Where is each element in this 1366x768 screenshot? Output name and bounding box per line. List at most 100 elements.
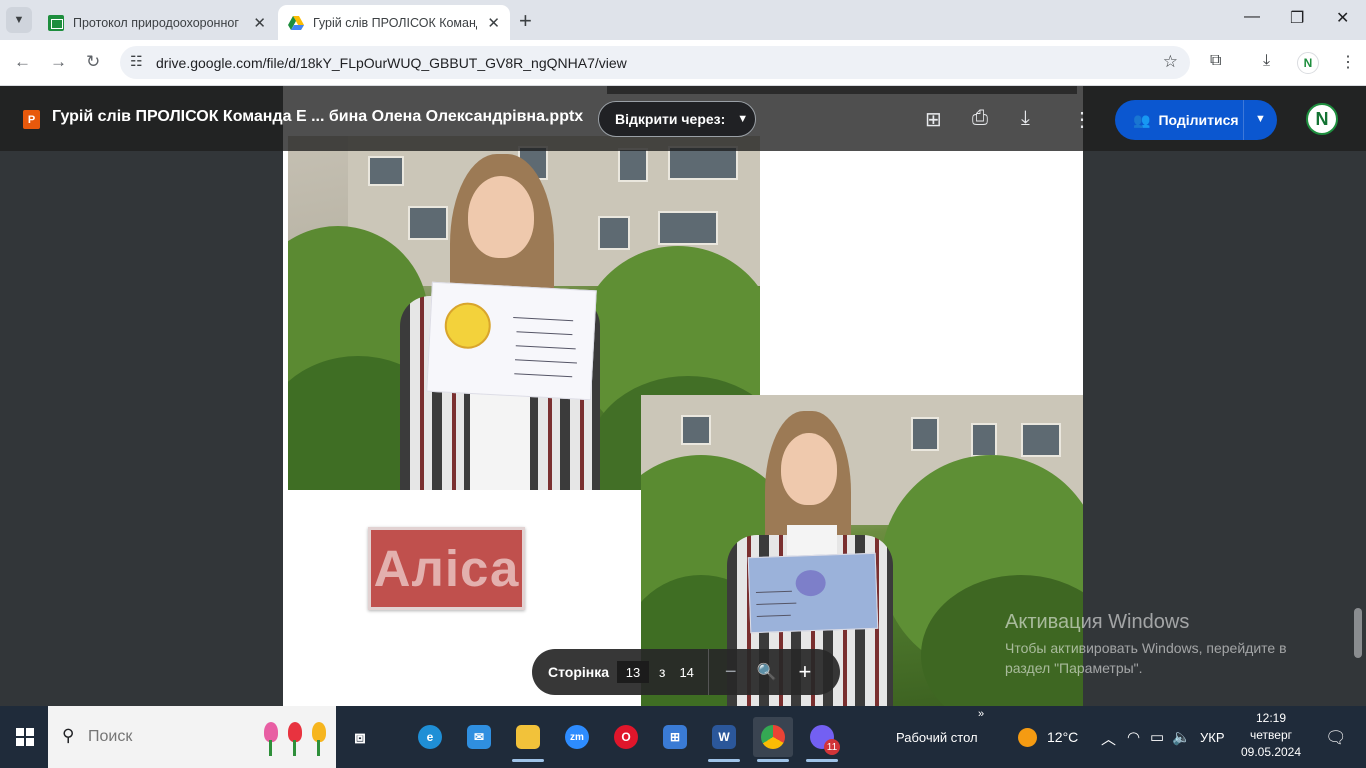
- zoom-in-icon[interactable]: +: [799, 659, 812, 685]
- google-sheets-icon: [48, 14, 64, 31]
- weather-sun-icon[interactable]: [1018, 728, 1037, 747]
- wifi-icon[interactable]: ◠: [1127, 728, 1140, 746]
- add-comment-icon[interactable]: ⊞: [925, 107, 942, 132]
- handwriting: [514, 359, 577, 364]
- url-input[interactable]: [156, 46, 1116, 79]
- window: [598, 216, 630, 250]
- windows-activation-watermark: Активация Windows Чтобы активировать Win…: [1005, 611, 1325, 678]
- zoom-icon: zm: [565, 725, 589, 749]
- share-button[interactable]: 👥 Поділитися ▼: [1115, 100, 1277, 140]
- more-menu-icon[interactable]: ⋮: [1340, 52, 1356, 72]
- window: [618, 148, 648, 182]
- taskbar-app-edge[interactable]: e: [410, 717, 450, 757]
- store-icon: ⊞: [663, 725, 687, 749]
- input-language[interactable]: УКР: [1200, 730, 1225, 745]
- volume-icon[interactable]: 🔈: [1172, 728, 1191, 746]
- window: [408, 206, 448, 240]
- clock-date: 09.05.2024: [1240, 745, 1302, 759]
- window: [911, 417, 939, 451]
- site-info-icon[interactable]: ☷: [130, 53, 143, 70]
- restore-icon[interactable]: ❐: [1290, 8, 1304, 28]
- chevron-down-icon: ▼: [13, 14, 25, 26]
- new-tab-button[interactable]: +: [519, 8, 532, 34]
- taskbar-app-word[interactable]: W: [704, 717, 744, 762]
- close-icon[interactable]: ✕: [253, 14, 266, 32]
- extensions-icon[interactable]: ⧉: [1210, 52, 1221, 70]
- word-icon: W: [712, 725, 736, 749]
- reload-icon[interactable]: ↻: [86, 52, 100, 72]
- download-icon[interactable]: ⤓: [1263, 52, 1270, 70]
- viewer-scrollbar[interactable]: [1354, 608, 1362, 658]
- close-icon[interactable]: ✕: [487, 14, 500, 32]
- task-view-button[interactable]: ⧈: [340, 717, 380, 757]
- notification-badge: 11: [824, 739, 840, 755]
- name-label: Аліса: [373, 540, 520, 597]
- notification-center-icon[interactable]: 🗨: [1325, 728, 1347, 748]
- close-window-icon[interactable]: ✕: [1336, 8, 1349, 28]
- handwriting: [756, 602, 797, 605]
- more-actions-icon[interactable]: ⋮: [1072, 107, 1092, 132]
- zoom-search-icon[interactable]: 🔍: [757, 662, 777, 682]
- browser-tab-drive[interactable]: Гурій слів ПРОЛІСОК Команда ✕: [278, 5, 510, 40]
- google-drive-icon: [288, 15, 304, 30]
- folder-icon: [516, 725, 540, 749]
- toolbar-overflow-icon[interactable]: »: [978, 708, 984, 720]
- handwriting: [514, 373, 573, 378]
- tulip-icon: [312, 722, 326, 742]
- taskbar-search-input[interactable]: [88, 706, 248, 768]
- print-icon[interactable]: ⎙: [972, 107, 988, 130]
- taskbar-app-zoom[interactable]: zm: [557, 717, 597, 757]
- opera-icon: O: [614, 725, 638, 749]
- caret-down-icon: ▼: [737, 113, 749, 125]
- desktop-toolbar-label[interactable]: Рабочий стол: [896, 730, 978, 745]
- tulip-stem: [317, 740, 320, 756]
- window: [658, 211, 718, 245]
- browser-tab-sheets[interactable]: Протокол природоохоронног ✕: [38, 5, 276, 40]
- share-dropdown-icon[interactable]: ▼: [1255, 113, 1266, 125]
- zoom-out-icon[interactable]: −: [725, 661, 737, 684]
- taskbar-app-chrome[interactable]: [753, 717, 793, 762]
- system-clock[interactable]: 12:19 четверг 09.05.2024: [1236, 706, 1306, 768]
- chrome-icon: [761, 725, 785, 749]
- open-with-label: Відкрити через:: [615, 111, 726, 127]
- taskbar-search[interactable]: ⚲: [48, 706, 336, 768]
- file-name: Гурій слів ПРОЛІСОК Команда Е ... бина О…: [52, 108, 584, 125]
- windows-start-icon[interactable]: [16, 728, 34, 746]
- tab-title: Гурій слів ПРОЛІСОК Команда: [313, 15, 478, 30]
- bookmark-star-icon[interactable]: ☆: [1163, 52, 1178, 72]
- minimize-icon[interactable]: —: [1244, 8, 1260, 26]
- profile-avatar[interactable]: N: [1297, 52, 1319, 74]
- open-with-button[interactable]: Відкрити через: ▼: [598, 101, 756, 137]
- running-indicator: [708, 759, 740, 762]
- taskbar-app-file-explorer[interactable]: [508, 717, 548, 762]
- share-divider: [1243, 100, 1244, 140]
- forward-icon[interactable]: →: [50, 52, 67, 72]
- taskbar-app-viber[interactable]: 11: [802, 717, 842, 762]
- people-icon: 👥: [1133, 111, 1151, 128]
- viewer-top-bar: P Гурій слів ПРОЛІСОК Команда Е ... бина…: [0, 86, 1366, 151]
- tulip-stem: [293, 740, 296, 756]
- address-bar[interactable]: ☷ ☆: [120, 46, 1190, 79]
- battery-icon[interactable]: ▭: [1150, 728, 1164, 746]
- running-indicator: [512, 759, 544, 762]
- tab-search-button[interactable]: ▼: [6, 7, 32, 33]
- show-hidden-icons-chevron[interactable]: ︿: [1101, 728, 1116, 749]
- handwriting: [513, 317, 574, 322]
- current-page-input[interactable]: 13: [617, 661, 650, 683]
- drive-file-viewer: P Гурій слів ПРОЛІСОК Команда Е ... бина…: [0, 86, 1366, 706]
- search-icon: ⚲: [62, 726, 75, 745]
- taskbar-app-store[interactable]: ⊞: [655, 717, 695, 757]
- handwriting: [756, 614, 791, 617]
- page-label: Сторінка: [548, 664, 610, 680]
- account-avatar[interactable]: N: [1306, 103, 1338, 135]
- window: [971, 423, 997, 457]
- temperature[interactable]: 12°C: [1047, 729, 1078, 745]
- back-icon[interactable]: ←: [14, 52, 31, 72]
- total-pages: 14: [679, 664, 694, 680]
- clock-time: 12:19: [1255, 711, 1287, 725]
- taskbar-app-mail[interactable]: ✉: [459, 717, 499, 757]
- tulip-icon: [264, 722, 278, 742]
- tulip-icon: [288, 722, 302, 742]
- download-file-icon[interactable]: ⤓: [1021, 107, 1030, 130]
- taskbar-app-opera[interactable]: O: [606, 717, 646, 757]
